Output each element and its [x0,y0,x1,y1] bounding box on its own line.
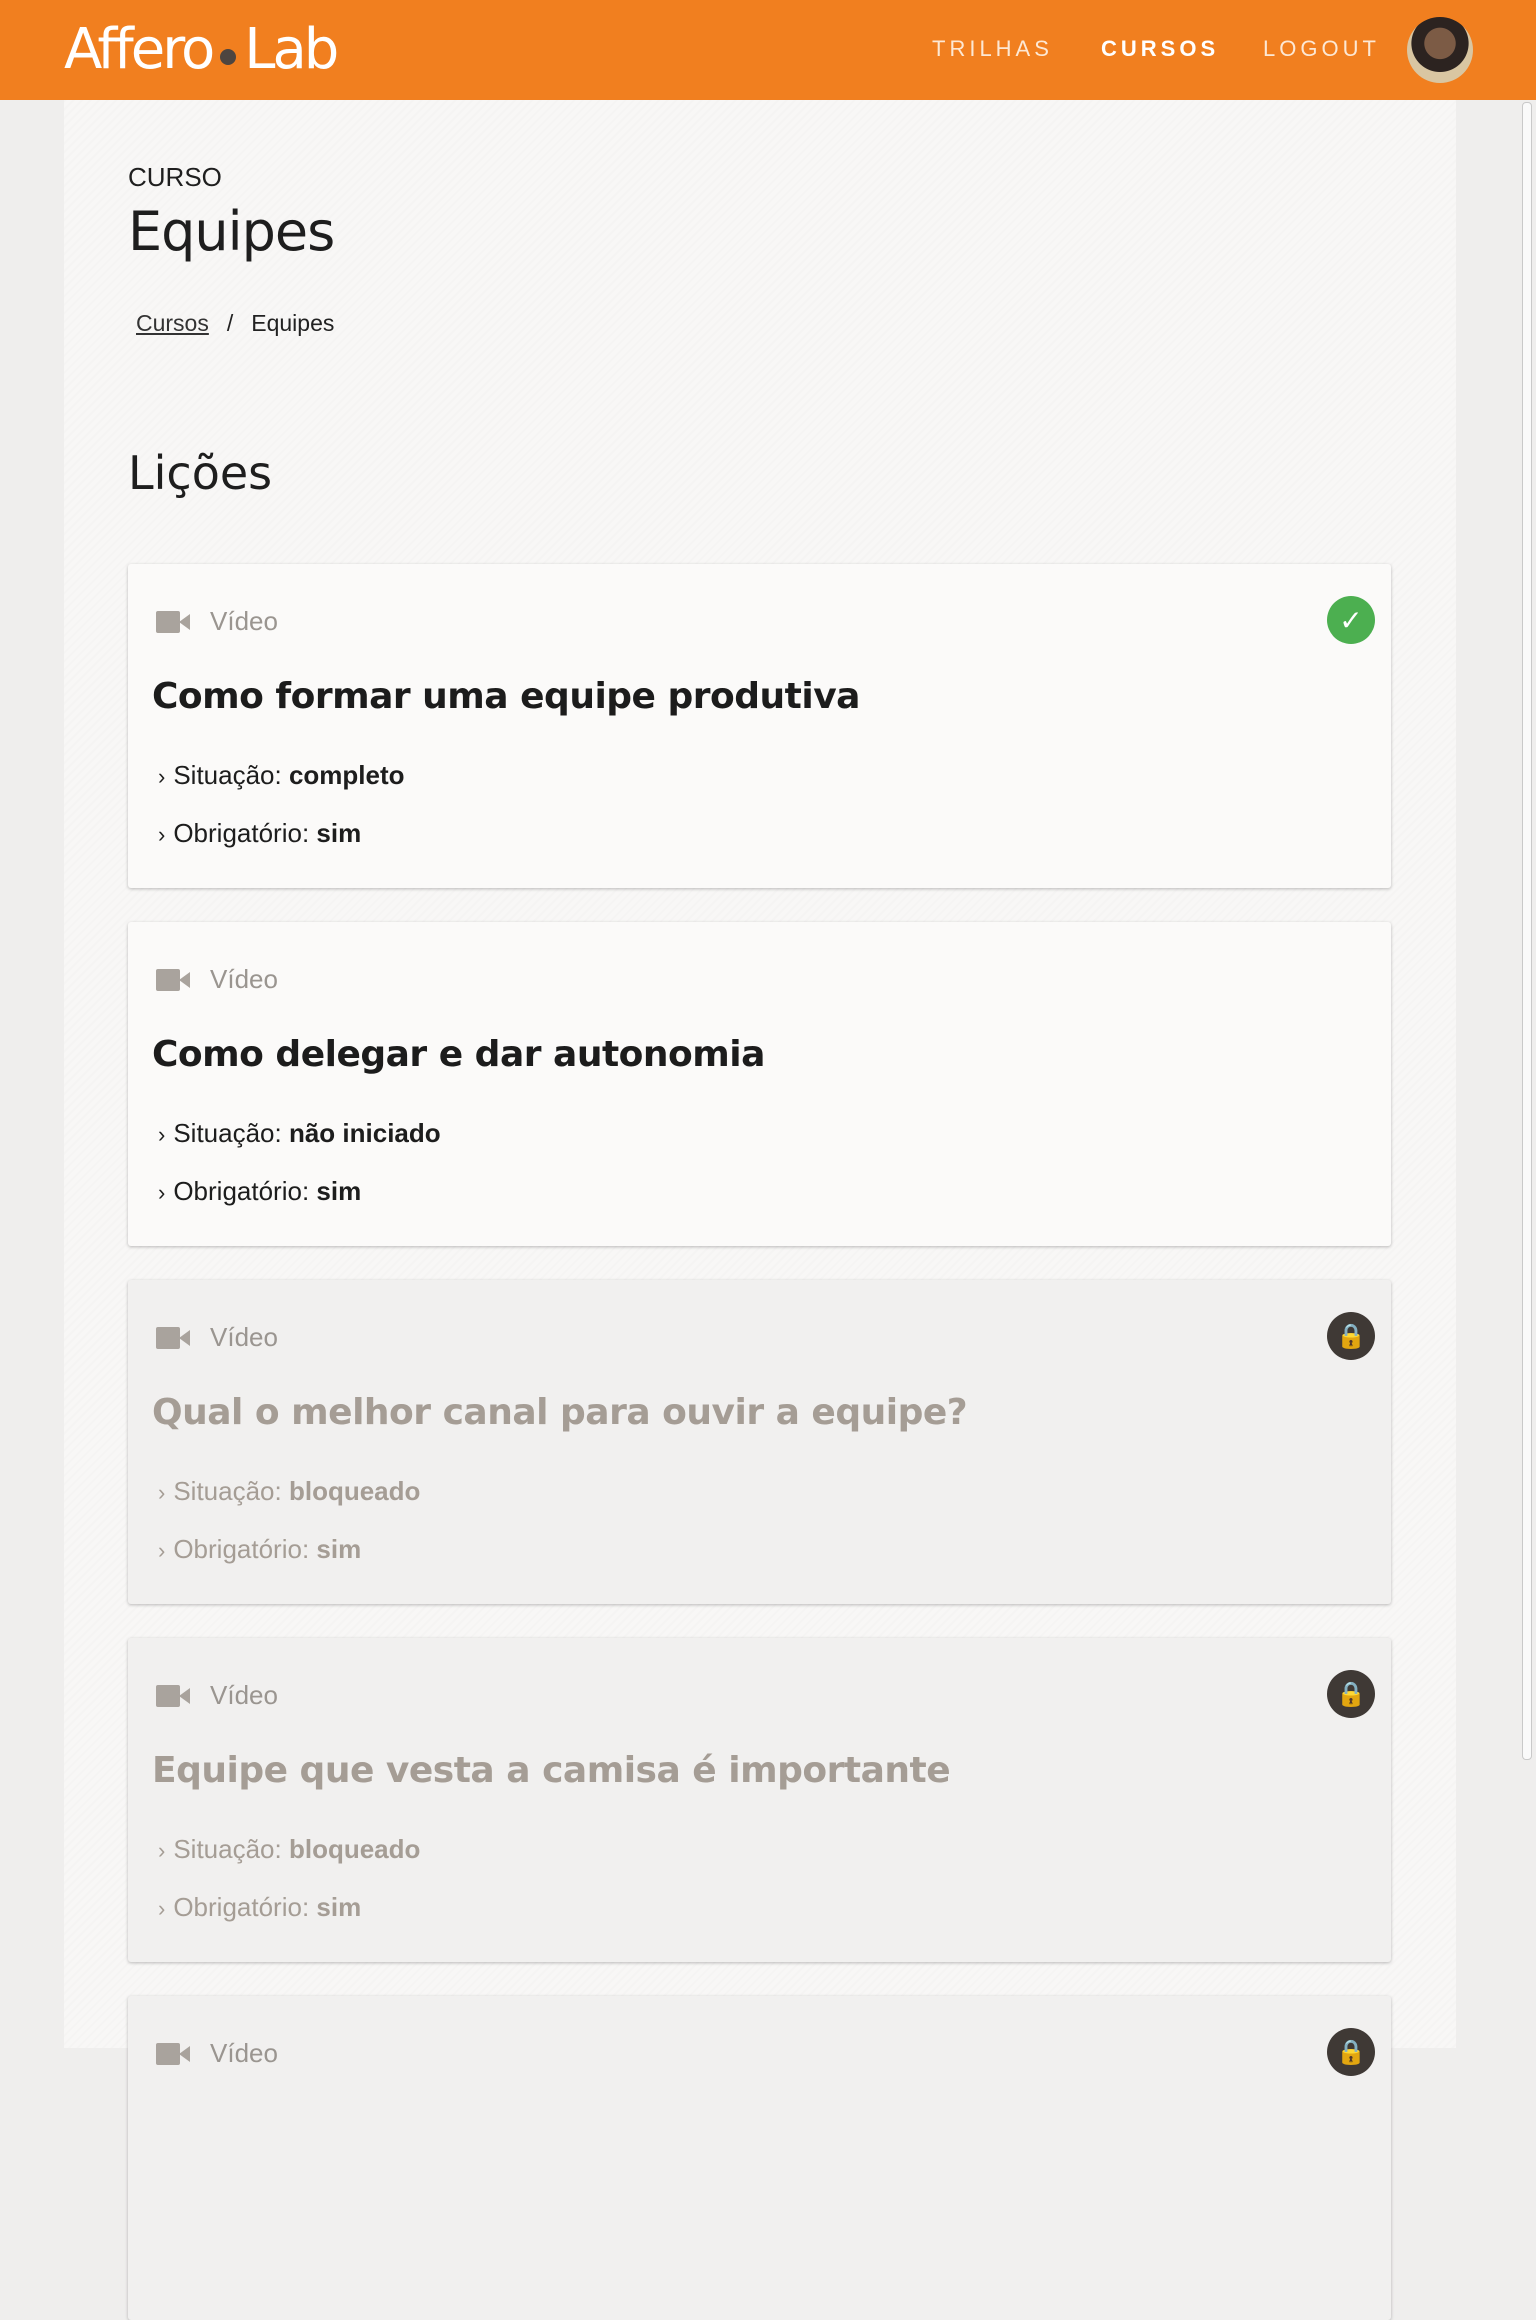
required-value: sim [316,1176,362,1206]
status-value: não iniciado [288,1118,441,1148]
lock-icon: 🔒 [1327,2028,1375,2076]
lesson-card[interactable]: Vídeo Como delegar e dar autonomia › Situ… [128,922,1391,1246]
lesson-title: Qual o melhor canal para ouvir a equipe? [152,1392,968,1433]
status-value: bloqueado [288,1476,421,1506]
lesson-card-locked: Vídeo 🔒 Qual o melhor canal para ouvir a… [128,1280,1391,1604]
lesson-type: Vídeo [156,1322,278,1353]
lock-icon: 🔒 [1327,1312,1375,1360]
breadcrumb-link-cursos[interactable]: Cursos [136,310,209,336]
lesson-required-row: › Obrigatório: sim [158,1892,361,1923]
lessons-section-title: Lições [128,446,273,500]
user-avatar[interactable] [1407,17,1473,83]
video-camera-icon [156,2042,190,2065]
chevron-right-icon: › [158,1180,166,1205]
lesson-status-row: › Situação: não iniciado [158,1118,441,1149]
lesson-card-locked: Vídeo 🔒 [128,1996,1391,2320]
nav-logout[interactable]: LOGOUT [1263,36,1380,62]
logo-text-left: Affero [64,17,215,82]
status-value: bloqueado [288,1834,421,1864]
chevron-right-icon: › [158,1480,166,1505]
lesson-status-row: › Situação: completo [158,760,405,791]
chevron-right-icon: › [158,1896,166,1921]
status-label: Situação: [173,760,282,790]
lesson-status-row: › Situação: bloqueado [158,1834,420,1865]
video-camera-icon [156,610,190,633]
lesson-title: Equipe que vesta a camisa é importante [152,1750,951,1791]
chevron-right-icon: › [158,1838,166,1863]
page-eyebrow: CURSO [128,162,222,192]
breadcrumb-current: Equipes [251,310,335,336]
nav-trilhas[interactable]: TRILHAS [932,36,1053,62]
chevron-right-icon: › [158,1122,166,1147]
required-value: sim [316,1892,362,1922]
lesson-type-label: Vídeo [210,2038,278,2068]
chevron-right-icon: › [158,1538,166,1563]
lesson-title[interactable]: Como delegar e dar autonomia [152,1034,765,1075]
lock-icon: 🔒 [1327,1670,1375,1718]
video-camera-icon [156,1684,190,1707]
required-label: Obrigatório: [173,1176,310,1206]
required-label: Obrigatório: [173,818,310,848]
status-label: Situação: [173,1476,282,1506]
required-label: Obrigatório: [173,1892,310,1922]
check-icon: ✓ [1327,596,1375,644]
lesson-type-label: Vídeo [210,1322,278,1352]
lesson-type: Vídeo [156,606,278,637]
affero-lab-logo[interactable]: Affero Lab [64,17,339,82]
logo-dot [220,49,237,65]
video-camera-icon [156,1326,190,1349]
nav-cursos[interactable]: CURSOS [1101,36,1219,62]
lesson-type-label: Vídeo [210,606,278,636]
required-label: Obrigatório: [173,1534,310,1564]
status-label: Situação: [173,1834,282,1864]
lesson-type: Vídeo [156,964,278,995]
breadcrumb-separator: / [226,310,234,336]
lesson-type: Vídeo [156,2038,278,2069]
required-value: sim [316,1534,362,1564]
video-camera-icon [156,968,190,991]
scrollbar-thumb[interactable] [1522,102,1532,1760]
lesson-required-row: › Obrigatório: sim [158,818,361,849]
lesson-title[interactable]: Como formar uma equipe produtiva [152,676,860,717]
required-value: sim [316,818,362,848]
lesson-type-label: Vídeo [210,1680,278,1710]
lesson-card[interactable]: Vídeo ✓ Como formar uma equipe produtiva… [128,564,1391,888]
lesson-required-row: › Obrigatório: sim [158,1534,361,1565]
lesson-card-locked: Vídeo 🔒 Equipe que vesta a camisa é impo… [128,1638,1391,1962]
status-value: completo [288,760,405,790]
lesson-required-row: › Obrigatório: sim [158,1176,361,1207]
lesson-type: Vídeo [156,1680,278,1711]
page-title: Equipes [128,200,335,263]
status-label: Situação: [173,1118,282,1148]
lesson-status-row: › Situação: bloqueado [158,1476,420,1507]
chevron-right-icon: › [158,822,166,847]
lesson-type-label: Vídeo [210,964,278,994]
logo-text-right: Lab [244,17,339,82]
chevron-right-icon: › [158,764,166,789]
breadcrumb: Cursos / Equipes [136,310,334,337]
top-navigation-bar: Affero Lab TRILHAS CURSOS LOGOUT [0,0,1536,100]
